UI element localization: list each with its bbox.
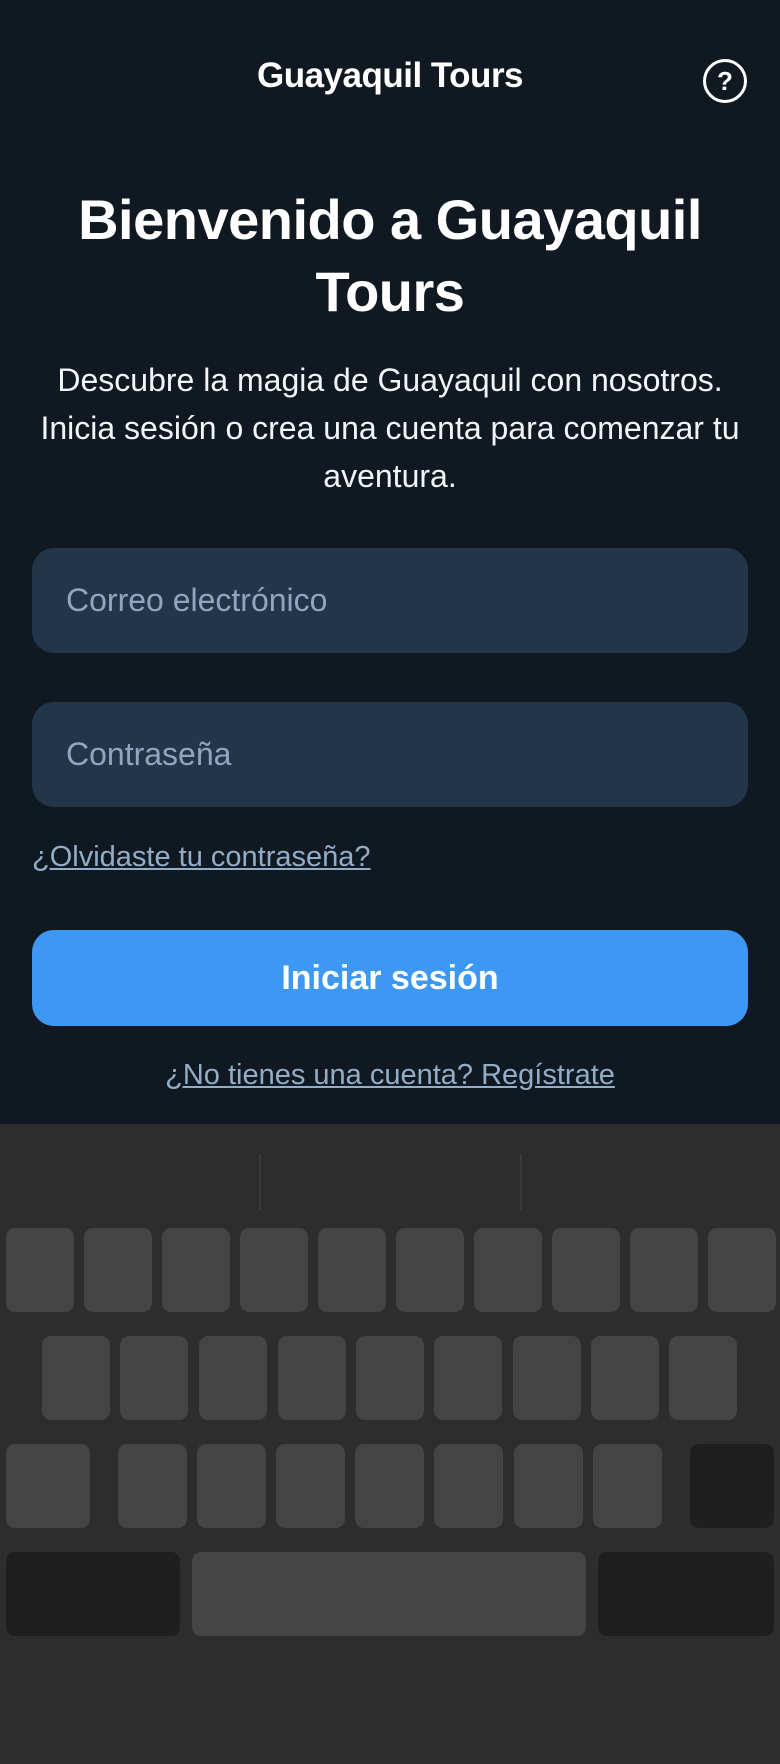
suggestion-divider (259, 1154, 261, 1210)
keyboard-key[interactable] (669, 1336, 737, 1420)
top-app-bar: Guayaquil Tours ? (0, 0, 780, 160)
on-screen-keyboard (0, 1124, 780, 1764)
app-title: Guayaquil Tours (256, 56, 524, 95)
keyboard-key[interactable] (118, 1444, 187, 1528)
keyboard-key[interactable] (197, 1444, 266, 1528)
help-icon-glyph: ? (717, 66, 733, 96)
keyboard-key[interactable] (278, 1336, 346, 1420)
welcome-subtitle: Descubre la magia de Guayaquil con nosot… (40, 362, 740, 494)
keyboard-key[interactable] (162, 1228, 230, 1312)
keyboard-key[interactable] (6, 1228, 74, 1312)
keyboard-key[interactable] (318, 1228, 386, 1312)
keyboard-key[interactable] (42, 1336, 110, 1420)
keyboard-key[interactable] (474, 1228, 542, 1312)
keyboard-key[interactable] (552, 1228, 620, 1312)
keyboard-key[interactable] (434, 1336, 502, 1420)
keyboard-key[interactable] (356, 1336, 424, 1420)
login-button[interactable]: Iniciar sesión (32, 930, 748, 1026)
keyboard-key[interactable] (240, 1228, 308, 1312)
keyboard-key[interactable] (396, 1228, 464, 1312)
return-key[interactable] (598, 1552, 774, 1636)
shift-key[interactable] (6, 1444, 90, 1528)
welcome-headline: Bienvenido a Guayaquil Tours (78, 188, 702, 323)
keyboard-key[interactable] (276, 1444, 345, 1528)
suggestion-divider (520, 1154, 522, 1210)
keyboard-key[interactable] (630, 1228, 698, 1312)
space-bar[interactable] (192, 1552, 586, 1636)
keyboard-key[interactable] (355, 1444, 424, 1528)
keyboard-key[interactable] (593, 1444, 662, 1528)
backspace-key[interactable] (690, 1444, 774, 1528)
symbols-key[interactable] (6, 1552, 180, 1636)
keyboard-key[interactable] (199, 1336, 267, 1420)
keyboard-key[interactable] (84, 1228, 152, 1312)
keyboard-key[interactable] (513, 1336, 581, 1420)
password-field[interactable] (32, 702, 748, 807)
keyboard-key[interactable] (591, 1336, 659, 1420)
keyboard-key[interactable] (434, 1444, 503, 1528)
keyboard-key[interactable] (120, 1336, 188, 1420)
keyboard-key[interactable] (514, 1444, 583, 1528)
keyboard-key[interactable] (708, 1228, 776, 1312)
forgot-password-link[interactable]: ¿Olvidaste tu contraseña? (32, 841, 371, 874)
email-field[interactable] (32, 548, 748, 653)
help-circle-icon[interactable]: ? (703, 59, 747, 103)
register-link[interactable]: ¿No tienes una cuenta? Regístrate (0, 1059, 780, 1092)
